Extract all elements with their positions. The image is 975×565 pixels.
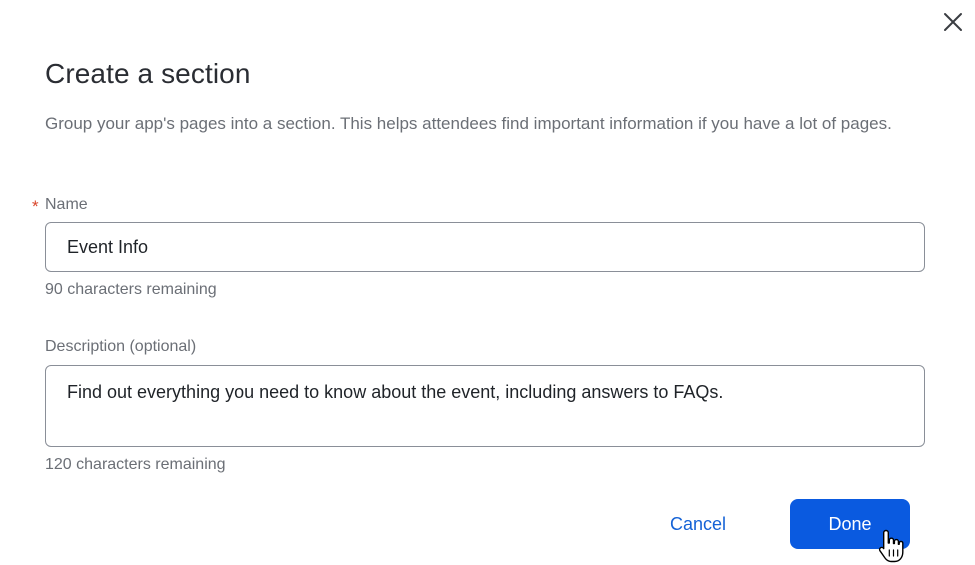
name-char-count: 90 characters remaining — [45, 281, 217, 298]
done-button[interactable]: Done — [790, 499, 910, 549]
description-label: Description (optional) — [45, 338, 197, 355]
description-char-count: 120 characters remaining — [45, 456, 226, 473]
name-label: Name — [45, 196, 88, 213]
cancel-button[interactable]: Cancel — [648, 500, 748, 548]
required-marker: * — [32, 197, 39, 216]
create-section-dialog: Create a section Group your app's pages … — [0, 0, 975, 565]
close-icon — [944, 13, 962, 31]
close-button[interactable] — [941, 10, 965, 34]
dialog-title: Create a section — [45, 58, 251, 89]
description-textarea[interactable]: Find out everything you need to know abo… — [45, 365, 925, 447]
dialog-description: Group your app's pages into a section. T… — [45, 114, 892, 133]
name-input[interactable]: Event Info — [45, 222, 925, 272]
